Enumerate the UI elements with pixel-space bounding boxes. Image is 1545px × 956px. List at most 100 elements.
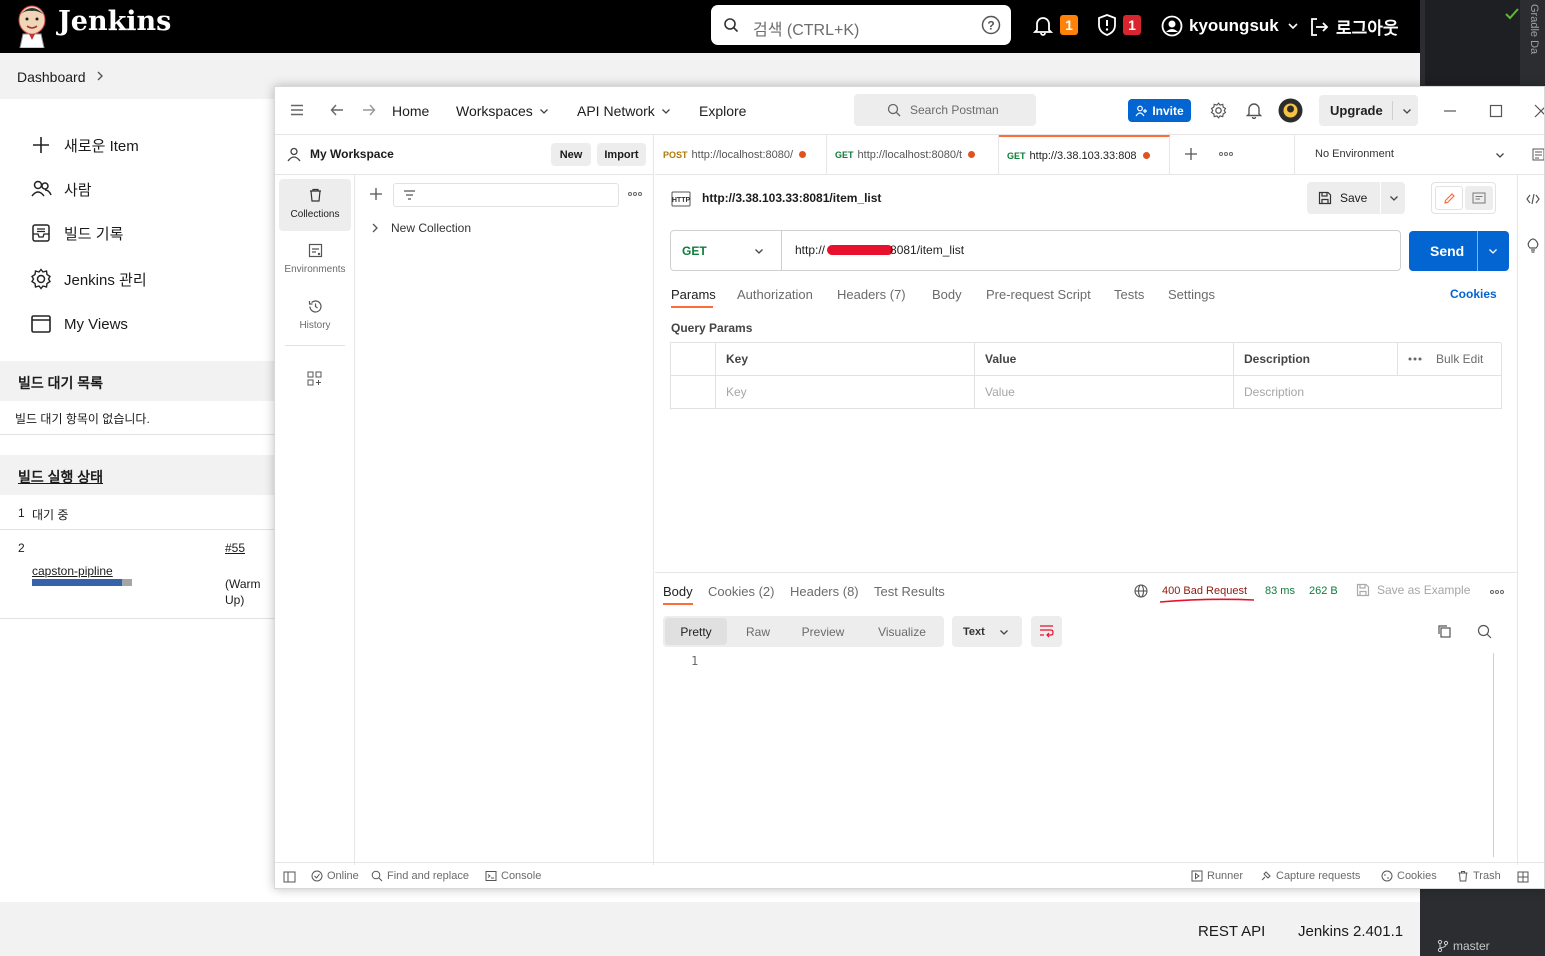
comments-button[interactable]: [1465, 186, 1493, 210]
task-manage-jenkins[interactable]: Jenkins 관리: [30, 268, 147, 290]
cookies-link[interactable]: Cookies: [1450, 287, 1497, 301]
rail-history[interactable]: History: [279, 299, 351, 331]
invite-button[interactable]: Invite: [1128, 99, 1191, 122]
logout-link[interactable]: 로그아웃: [1311, 14, 1399, 39]
layout-toggle-icon[interactable]: [1517, 871, 1529, 883]
lightbulb-icon[interactable]: [1526, 238, 1540, 253]
rest-api-link[interactable]: REST API: [1198, 923, 1265, 940]
task-build-history[interactable]: 빌드 기록: [30, 222, 123, 244]
more-options-icon[interactable]: [1490, 590, 1504, 594]
pane-divider[interactable]: [655, 572, 1517, 573]
search-input[interactable]: 검색 (CTRL+K): [753, 16, 859, 40]
tab-params[interactable]: Params: [671, 287, 716, 302]
wrap-lines-button[interactable]: [1031, 616, 1062, 647]
user-menu[interactable]: kyoungsuk: [1161, 15, 1299, 37]
environment-quicklook-icon[interactable]: [1532, 148, 1545, 161]
nav-api-network[interactable]: API Network: [577, 103, 671, 119]
environment-selector[interactable]: No Environment: [1294, 135, 1517, 174]
status-console[interactable]: Console: [485, 870, 541, 882]
plus-icon[interactable]: [369, 187, 383, 201]
response-tab-body[interactable]: Body: [663, 584, 693, 599]
tab-tests[interactable]: Tests: [1114, 287, 1144, 302]
response-tab-headers[interactable]: Headers (8): [790, 584, 859, 599]
upgrade-button[interactable]: Upgrade: [1319, 95, 1418, 126]
security-badge[interactable]: 1: [1123, 15, 1141, 35]
bulk-edit-button[interactable]: Bulk Edit: [1436, 352, 1483, 366]
status-online[interactable]: Online: [311, 870, 359, 882]
view-preview[interactable]: Preview: [787, 618, 859, 645]
rail-environments[interactable]: Environments: [279, 243, 351, 275]
status-runner[interactable]: Runner: [1191, 870, 1243, 882]
more-options-icon[interactable]: [1408, 357, 1422, 361]
bell-icon[interactable]: [1032, 14, 1054, 36]
jenkins-version-link[interactable]: Jenkins 2.401.1: [1298, 923, 1403, 940]
tab-pre-request-script[interactable]: Pre-request Script: [986, 287, 1091, 302]
bell-icon[interactable]: [1246, 102, 1262, 119]
user-avatar-icon[interactable]: [1278, 98, 1303, 123]
search-icon[interactable]: [1477, 624, 1492, 639]
new-tab-plus-icon[interactable]: [1184, 147, 1198, 161]
new-button[interactable]: New: [551, 143, 591, 166]
save-as-example-button[interactable]: Save as Example: [1356, 583, 1470, 597]
request-tab-2[interactable]: GET http://localhost:8080/t: [827, 135, 999, 174]
import-button[interactable]: Import: [597, 143, 646, 166]
jenkins-logo-icon[interactable]: [16, 4, 48, 48]
tab-body[interactable]: Body: [932, 287, 962, 302]
postman-search-box[interactable]: Search Postman: [854, 94, 1036, 126]
sidebar-toggle-icon[interactable]: [283, 871, 296, 883]
status-trash[interactable]: Trash: [1457, 870, 1501, 882]
shield-icon[interactable]: [1096, 13, 1118, 37]
workspace-name[interactable]: My Workspace: [310, 147, 394, 161]
menu-icon[interactable]: [290, 104, 304, 116]
forward-arrow-icon[interactable]: [362, 103, 376, 117]
close-icon[interactable]: [1534, 104, 1545, 118]
view-visualize[interactable]: Visualize: [862, 618, 942, 645]
method-select[interactable]: GET: [671, 231, 782, 270]
grid-apps-icon[interactable]: [307, 371, 322, 386]
chevron-right-icon[interactable]: [95, 70, 105, 82]
tab-authorization[interactable]: Authorization: [737, 287, 813, 302]
view-pretty[interactable]: Pretty: [665, 618, 727, 645]
nav-explore[interactable]: Explore: [699, 103, 746, 119]
status-cookies[interactable]: Cookies: [1381, 870, 1437, 882]
collection-item[interactable]: New Collection: [371, 221, 471, 235]
build-progress-bar[interactable]: [32, 579, 132, 586]
tab-overflow-icon[interactable]: [1219, 152, 1233, 156]
maximize-icon[interactable]: [1489, 104, 1503, 118]
request-title[interactable]: http://3.38.103.33:8081/item_list: [702, 191, 881, 205]
code-icon[interactable]: [1526, 193, 1540, 205]
status-find-replace[interactable]: Find and replace: [371, 870, 469, 882]
nav-workspaces[interactable]: Workspaces: [456, 103, 549, 119]
format-select[interactable]: Text: [952, 616, 1022, 647]
status-capture[interactable]: Capture requests: [1260, 870, 1360, 882]
response-time[interactable]: 83 ms: [1265, 585, 1295, 597]
notification-badge[interactable]: 1: [1060, 15, 1078, 35]
rail-collections[interactable]: Collections: [279, 179, 351, 231]
response-tab-cookies[interactable]: Cookies (2): [708, 584, 774, 599]
response-status[interactable]: 400 Bad Request: [1162, 585, 1247, 597]
edit-mode-button[interactable]: [1435, 186, 1463, 210]
value-input[interactable]: Value: [975, 376, 1234, 409]
nav-home[interactable]: Home: [392, 103, 429, 119]
response-size[interactable]: 262 B: [1309, 585, 1338, 597]
send-button[interactable]: Send: [1409, 231, 1509, 271]
tab-headers[interactable]: Headers (7): [837, 287, 906, 302]
description-input[interactable]: Description: [1234, 376, 1502, 409]
task-new-item[interactable]: 새로운 Item: [30, 134, 139, 156]
jenkins-title[interactable]: Jenkins: [58, 6, 171, 37]
save-button[interactable]: Save: [1307, 182, 1405, 214]
globe-icon[interactable]: [1134, 584, 1148, 598]
ide-branch-widget[interactable]: master: [1437, 939, 1490, 953]
back-arrow-icon[interactable]: [330, 103, 344, 117]
build-queue-header[interactable]: 빌드 대기 목록: [0, 361, 274, 401]
job-link[interactable]: capston-pipline: [32, 564, 113, 578]
ide-tool-window-labels[interactable]: Gradle Da: [1528, 4, 1540, 54]
help-icon[interactable]: ?: [981, 15, 1001, 35]
jenkins-search-box[interactable]: 검색 (CTRL+K) ?: [711, 5, 1011, 45]
request-tab-3[interactable]: GET http://3.38.103.33:808: [999, 135, 1170, 174]
request-tab-1[interactable]: POST http://localhost:8080/: [655, 135, 827, 174]
settings-gear-icon[interactable]: [1210, 102, 1227, 119]
task-my-views[interactable]: My Views: [30, 313, 128, 335]
response-tab-test-results[interactable]: Test Results: [874, 584, 945, 599]
tab-settings[interactable]: Settings: [1168, 287, 1215, 302]
